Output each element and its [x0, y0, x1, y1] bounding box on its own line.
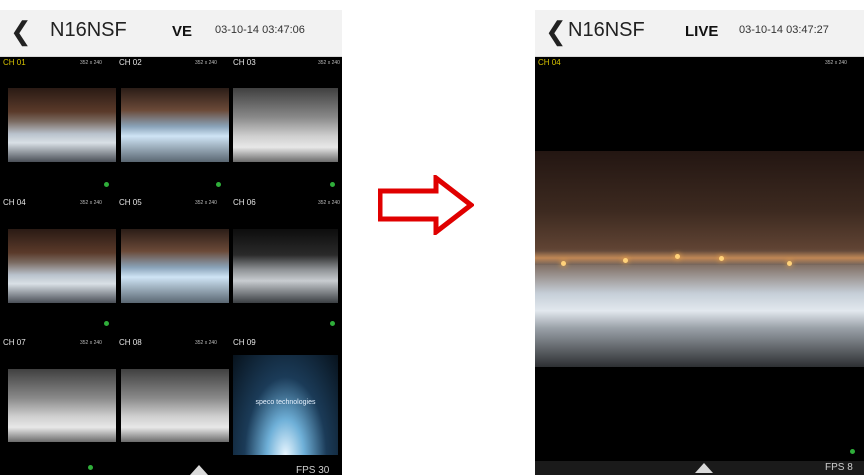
status-dot — [330, 182, 335, 187]
timestamp: 03-10-14 03:47:06 — [215, 24, 305, 36]
top-bar: ❮ N16NSF LIVE 03-10-14 03:47:27 — [535, 10, 864, 57]
status-dot — [216, 182, 221, 187]
camera-tile-ch03[interactable] — [233, 88, 338, 162]
device-name: N16NSF — [568, 19, 645, 41]
status-dot — [104, 321, 109, 326]
logo-text: speco technologies — [255, 399, 316, 406]
live-video-feed[interactable] — [535, 151, 864, 367]
channel-label: CH 05 — [119, 198, 142, 207]
channel-resolution: 352 x 240 — [318, 60, 340, 66]
channel-label: CH 03 — [233, 58, 256, 67]
grid-view-screen: ❮ N16NSF VE 03-10-14 03:47:06 CH 01 352 … — [0, 10, 342, 475]
fps-readout: FPS 30 — [296, 465, 330, 475]
light-source — [675, 254, 680, 259]
device-name: N16NSF — [50, 19, 127, 41]
channel-label: CH 06 — [233, 198, 256, 207]
channel-resolution: 352 x 240 — [80, 340, 102, 346]
status-dot — [850, 449, 855, 454]
timestamp: 03-10-14 03:47:27 — [739, 24, 829, 36]
channel-label: CH 02 — [119, 58, 142, 67]
camera-tile-ch06[interactable] — [233, 229, 338, 303]
channel-label: CH 04 — [538, 58, 561, 67]
camera-tile-ch01[interactable] — [8, 88, 116, 162]
status-dot — [330, 321, 335, 326]
fps-readout: FPS 8 — [825, 462, 853, 473]
horizon-glow — [535, 251, 864, 265]
camera-tile-ch09[interactable]: speco technologies — [233, 355, 338, 455]
camera-tile-ch05[interactable] — [121, 229, 229, 303]
light-source — [561, 261, 566, 266]
view-mode-label: LIVE — [685, 23, 719, 40]
live-view-screen: ❮ N16NSF LIVE 03-10-14 03:47:27 CH 04 35… — [535, 10, 864, 475]
channel-label: CH 09 — [233, 338, 256, 347]
right-arrow-icon — [378, 175, 474, 235]
channel-resolution: 352 x 240 — [825, 60, 847, 66]
channel-resolution: 352 x 240 — [80, 60, 102, 66]
camera-tile-ch04[interactable] — [8, 229, 116, 303]
back-chevron-icon[interactable]: ❮ — [10, 18, 32, 44]
channel-label: CH 08 — [119, 338, 142, 347]
status-dot — [104, 182, 109, 187]
channel-label: CH 04 — [3, 198, 26, 207]
light-source — [787, 261, 792, 266]
channel-resolution: 352 x 240 — [318, 200, 340, 206]
channel-resolution: 352 x 240 — [80, 200, 102, 206]
back-chevron-icon[interactable]: ❮ — [545, 18, 567, 44]
light-source — [623, 258, 628, 263]
caret-up-icon[interactable] — [695, 463, 713, 473]
channel-resolution: 352 x 240 — [195, 340, 217, 346]
top-bar: ❮ N16NSF VE 03-10-14 03:47:06 — [0, 10, 342, 57]
view-mode-label: VE — [172, 23, 193, 40]
camera-tile-ch07[interactable] — [8, 369, 116, 442]
channel-label: CH 01 — [3, 58, 26, 67]
status-dot — [88, 465, 93, 470]
channel-resolution: 352 x 240 — [195, 60, 217, 66]
channel-label: CH 07 — [3, 338, 26, 347]
caret-up-icon[interactable] — [190, 465, 208, 475]
camera-tile-ch02[interactable] — [121, 88, 229, 162]
light-source — [719, 256, 724, 261]
camera-tile-ch08[interactable] — [121, 369, 229, 442]
channel-resolution: 352 x 240 — [195, 200, 217, 206]
